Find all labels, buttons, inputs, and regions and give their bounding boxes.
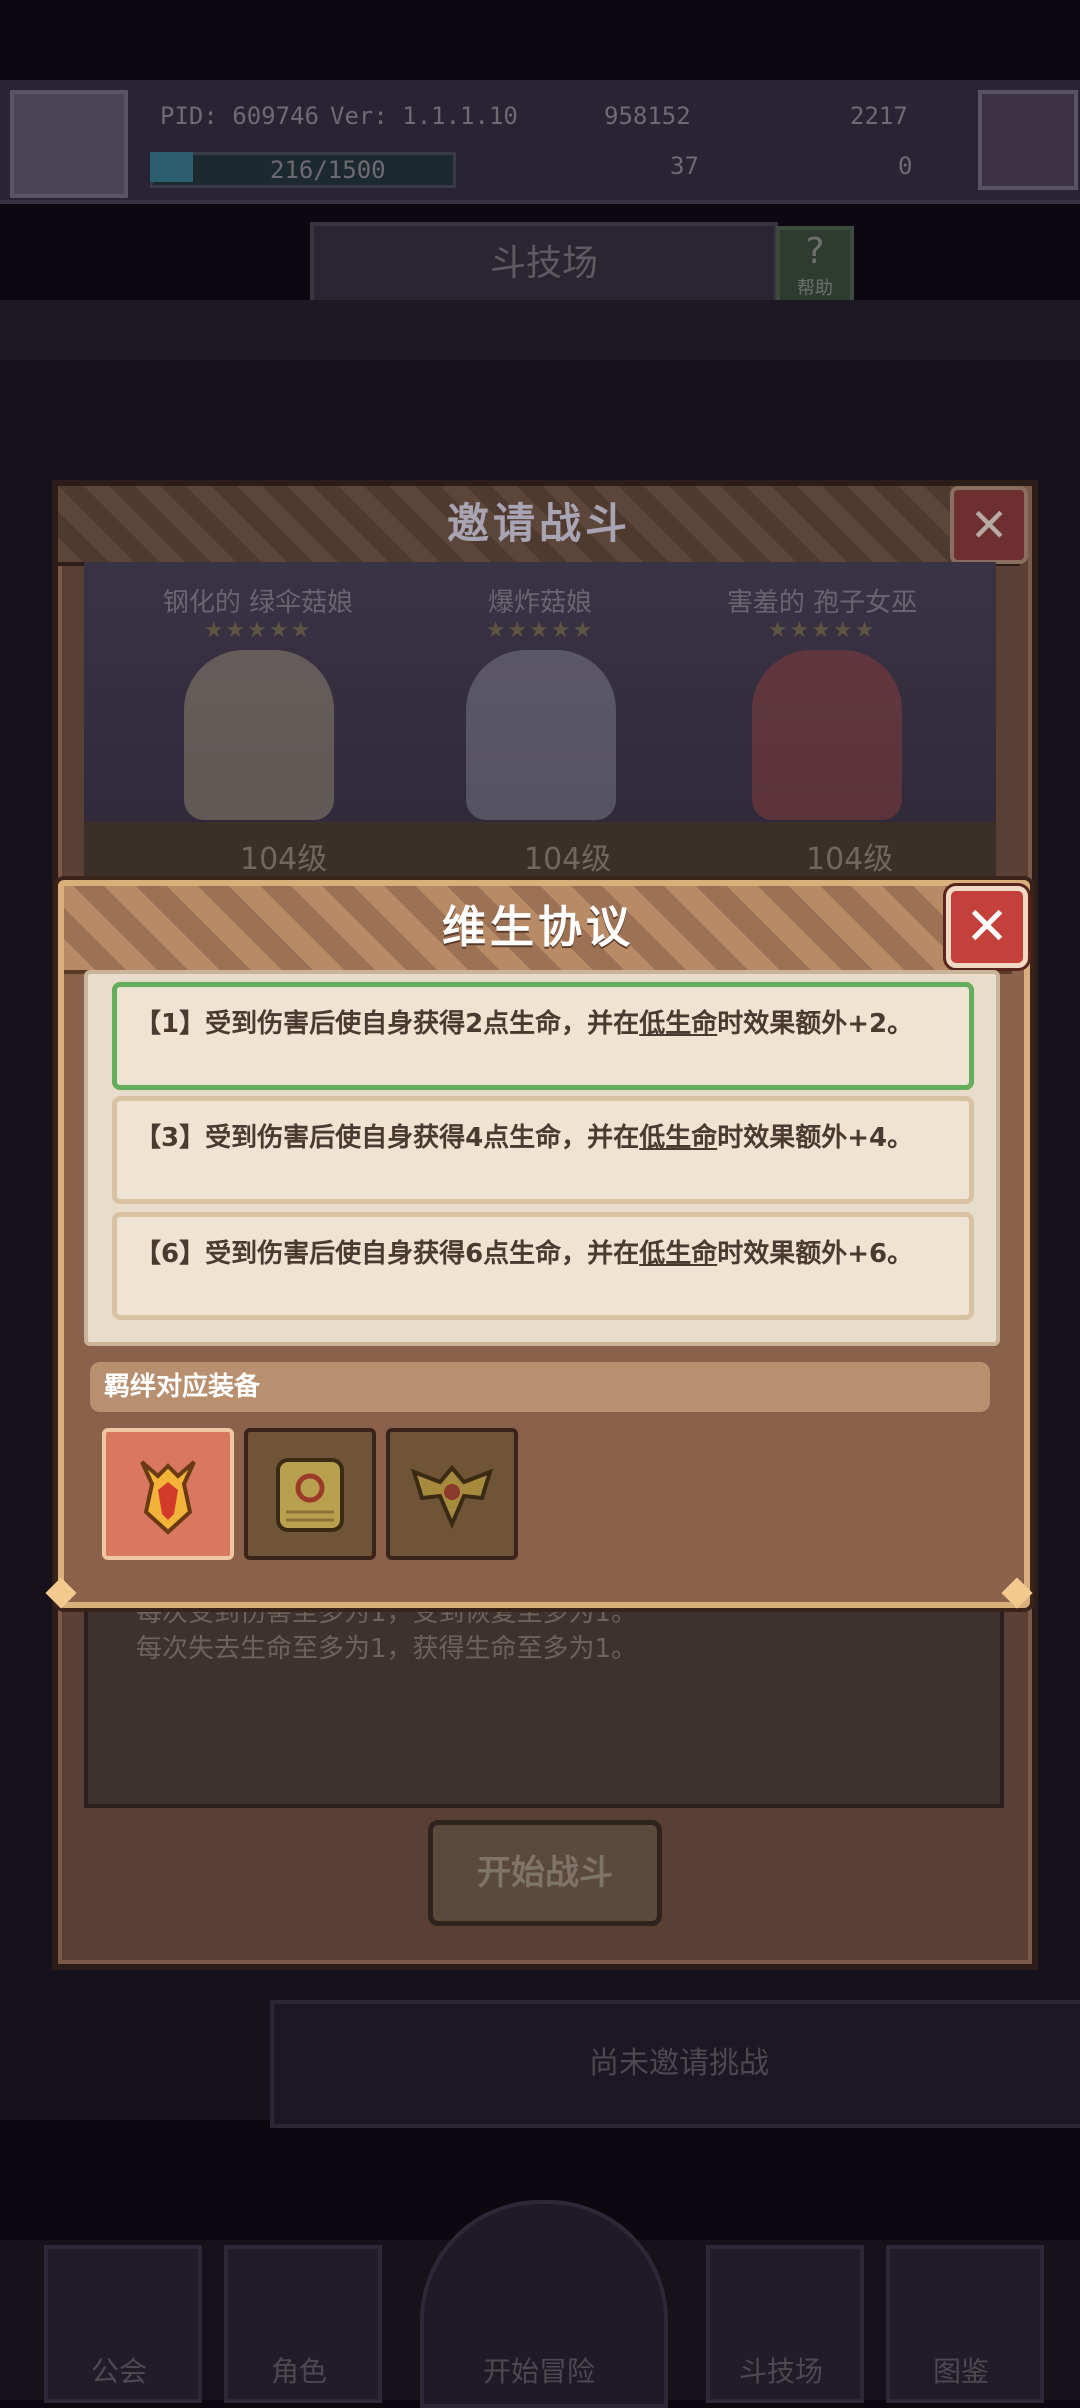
equipment-slot-3[interactable] <box>386 1428 518 1560</box>
player-id: PID: 609746 <box>160 102 319 130</box>
nav-arena-label: 斗技场 <box>738 2355 823 2388</box>
arena-title: 斗技场 <box>310 222 778 306</box>
start-battle-button[interactable]: 开始战斗 <box>428 1820 662 1926</box>
hero-stars-2: ★★★★★ <box>485 618 595 643</box>
currency-gold: 958152 <box>604 102 691 130</box>
hero-sprite-1[interactable] <box>184 650 334 820</box>
nav-guild-label: 公会 <box>90 2355 147 2388</box>
hero-name-3: 害羞的 孢子女巫 <box>726 588 918 618</box>
hero-sprite-3[interactable] <box>752 650 902 820</box>
settings-gear-icon[interactable] <box>978 90 1078 190</box>
exp-text: 216/1500 <box>270 156 386 184</box>
version-label: Ver: 1.1.1.10 <box>330 102 518 130</box>
question-icon: ? <box>805 231 825 272</box>
low-health-keyword[interactable]: 低生命 <box>639 1009 717 1039</box>
stat-clover: 37 <box>670 152 699 180</box>
help-button[interactable]: ? 帮助 <box>776 226 854 306</box>
hero-level-1: 104级 <box>240 842 328 877</box>
effect-tier-6: 【6】受到伤害后使自身获得6点生命，并在低生命时效果额外+6。 <box>112 1212 974 1320</box>
hero-level-3: 104级 <box>806 842 894 877</box>
effect-tier-1-text: 【1】受到伤害后使自身获得2点生命，并在低生命时效果额外+2。 <box>135 1009 914 1039</box>
effect-tier-3: 【3】受到伤害后使自身获得4点生命，并在低生命时效果额外+4。 <box>112 1096 974 1204</box>
help-label: 帮助 <box>797 278 833 299</box>
hero-sprite-2[interactable] <box>466 650 616 820</box>
hero-stars-1: ★★★★★ <box>203 618 313 643</box>
low-health-keyword[interactable]: 低生命 <box>639 1123 717 1153</box>
shield-plate-icon <box>276 1458 344 1532</box>
winged-armor-icon <box>410 1464 494 1530</box>
effect-tier-3-text: 【3】受到伤害后使自身获得4点生命，并在低生命时效果额外+4。 <box>135 1123 914 1153</box>
nav-start-adventure-label: 开始冒险 <box>482 2355 595 2388</box>
effect-tier-6-text: 【6】受到伤害后使自身获得6点生命，并在低生命时效果额外+6。 <box>135 1239 914 1269</box>
invite-rule-2: 每次失去生命至多为1，获得生命至多为1。 <box>136 1634 638 1664</box>
hero-stars-3: ★★★★★ <box>767 618 877 643</box>
stat-key: 0 <box>898 152 913 180</box>
popup-close-button[interactable]: ✕ <box>946 886 1028 968</box>
bond-equipment-label: 羁绊对应装备 <box>104 1372 261 1402</box>
nav-codex-label: 图鉴 <box>932 2355 989 2388</box>
close-icon: ✕ <box>969 498 1009 552</box>
golden-helmet-icon <box>140 1460 196 1535</box>
exp-bar-fill <box>150 152 193 182</box>
hero-name-2: 爆炸菇娘 <box>487 588 592 618</box>
popup-title: 维生协议 <box>442 902 634 953</box>
invite-close-button[interactable]: ✕ <box>950 486 1028 564</box>
low-health-keyword[interactable]: 低生命 <box>639 1239 717 1269</box>
invite-modal-title: 邀请战斗 <box>446 499 631 548</box>
player-avatar[interactable] <box>10 90 128 198</box>
hero-level-2: 104级 <box>524 842 612 877</box>
hero-name-1: 钢化的 绿伞菇娘 <box>162 588 354 618</box>
effect-tier-1: 【1】受到伤害后使自身获得2点生命，并在低生命时效果额外+2。 <box>112 982 974 1090</box>
equipment-slot-2[interactable] <box>244 1428 376 1560</box>
close-icon: ✕ <box>965 897 1009 957</box>
nav-character-label: 角色 <box>270 2355 327 2388</box>
equipment-slot-1[interactable] <box>102 1428 234 1560</box>
currency-gem: 2217 <box>850 102 908 130</box>
not-invited-status: 尚未邀请挑战 <box>270 2000 1080 2128</box>
arena-banner-stripe <box>0 300 1080 360</box>
